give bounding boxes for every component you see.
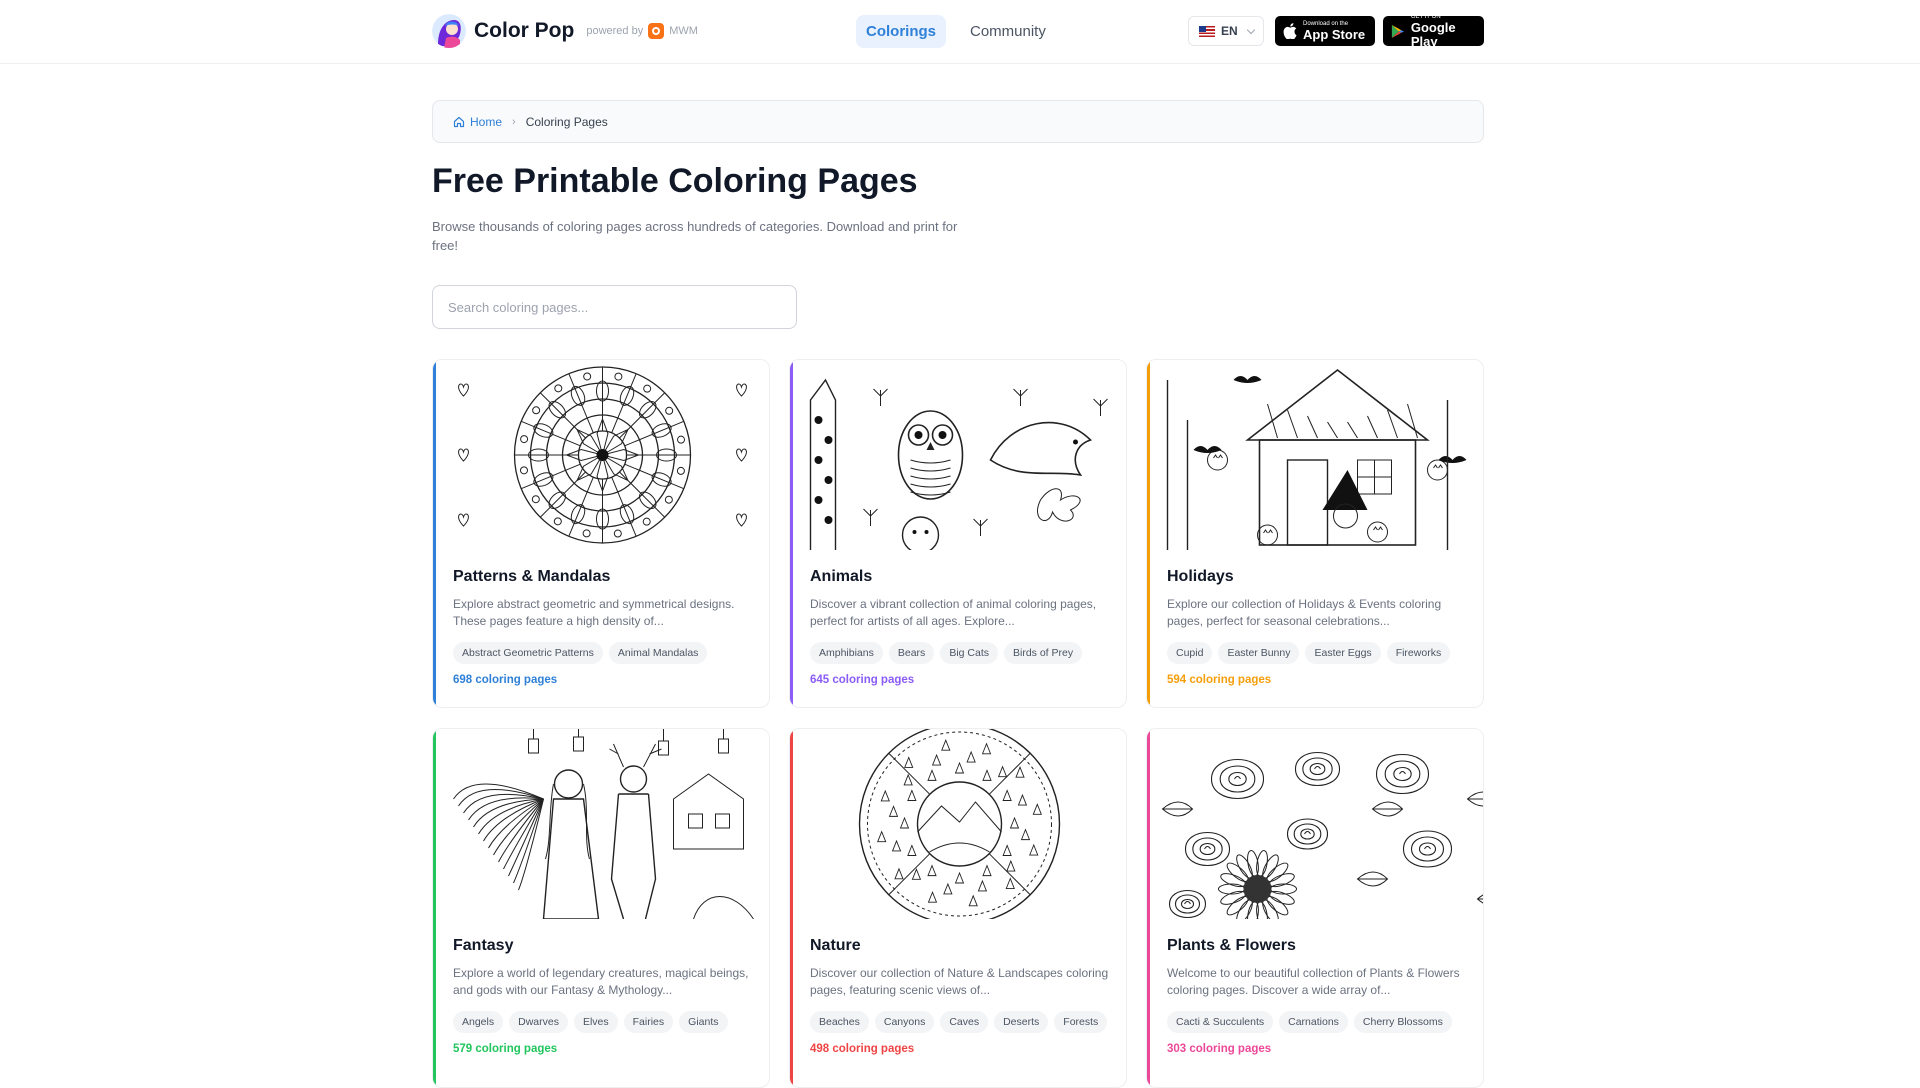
nature-image[interactable]: [793, 729, 1126, 919]
google-play-text: GET IT ON Google Play: [1411, 14, 1476, 49]
card-title[interactable]: Patterns & Mandalas: [453, 568, 610, 586]
flowers-image[interactable]: [1150, 729, 1483, 919]
category-card[interactable]: Patterns & Mandalas Explore abstract geom…: [432, 359, 770, 708]
tag-chip[interactable]: Caves: [940, 1011, 989, 1033]
card-tags: Angels Dwarves Elves Fairies Giants: [453, 1011, 753, 1033]
card-description: Discover a vibrant collection of animal …: [810, 597, 1097, 628]
tag-chip[interactable]: Beaches: [810, 1011, 869, 1033]
tag-chip[interactable]: Easter Bunny: [1218, 642, 1300, 664]
holidays-image[interactable]: [1150, 360, 1483, 550]
google-play-button[interactable]: GET IT ON Google Play: [1383, 14, 1484, 49]
tag-chip[interactable]: Bears: [888, 642, 935, 664]
card-description: Explore abstract geometric and symmetric…: [453, 597, 735, 628]
tag-chip[interactable]: Deserts: [994, 1011, 1049, 1033]
page-description: Browse thousands of coloring pages acros…: [432, 219, 958, 253]
tag-chip[interactable]: Easter Eggs: [1305, 642, 1381, 664]
tag-chip[interactable]: Amphibians: [810, 642, 883, 664]
mandala-image-art: [436, 360, 769, 550]
card-description: Welcome to our beautiful collection of P…: [1167, 966, 1460, 997]
category-card[interactable]: Nature Discover our collection of Nature …: [789, 728, 1127, 1088]
tag-chip[interactable]: Cacti & Succulents: [1167, 1011, 1274, 1033]
category-card[interactable]: Animals Discover a vibrant collection of …: [789, 359, 1127, 708]
tag-chip[interactable]: Animal Mandalas: [608, 642, 708, 664]
category-card[interactable]: Holidays Explore our collection of Holida…: [1146, 359, 1484, 708]
card-description: Explore a world of legendary creatures, …: [453, 966, 749, 997]
card-count: 645 coloring pages: [810, 674, 915, 686]
breadcrumb-current: Coloring Pages: [525, 114, 608, 129]
tag-chip[interactable]: Cupid: [1167, 642, 1213, 664]
search-input[interactable]: [432, 285, 797, 329]
card-tags: Cupid Easter Bunny Easter Eggs Fireworks: [1167, 642, 1467, 664]
category-card[interactable]: Fantasy Explore a world of legendary crea…: [432, 728, 770, 1088]
card-description: Discover our collection of Nature & Land…: [810, 966, 1109, 997]
animals-image-art: [793, 360, 1126, 550]
card-tags: Cacti & Succulents Carnations Cherry Bloss…: [1167, 1011, 1467, 1033]
tag-chip[interactable]: Giants: [679, 1011, 728, 1033]
tag-chip[interactable]: Fireworks: [1386, 642, 1451, 664]
animals-image[interactable]: [793, 360, 1126, 550]
card-tags: Beaches Canyons Caves Deserts Forests: [810, 1011, 1110, 1033]
app-store-text: Download on the App Store: [1303, 21, 1365, 42]
app-store-button[interactable]: Download on the App Store: [1275, 16, 1375, 46]
mandala-image[interactable]: [436, 360, 769, 550]
main-nav: Colorings Community: [856, 15, 1056, 48]
category-card[interactable]: Plants & Flowers Welcome to our beautiful…: [1146, 728, 1484, 1088]
site-header: Color Pop powered by MWM Colorings Commu…: [0, 0, 1920, 64]
card-title[interactable]: Fantasy: [453, 937, 513, 955]
tag-chip[interactable]: Canyons: [874, 1011, 935, 1033]
fantasy-image[interactable]: [436, 729, 769, 919]
tag-chip[interactable]: Big Cats: [940, 642, 998, 664]
card-description: Explore our collection of Holidays & Eve…: [1167, 597, 1442, 628]
apple-icon: [1283, 23, 1297, 39]
tag-chip[interactable]: Angels: [453, 1011, 504, 1033]
us-flag-icon: [1199, 25, 1215, 37]
app-store-big: App Store: [1303, 26, 1366, 42]
partner-name: MWM: [669, 25, 698, 37]
google-play-big: Google Play: [1410, 19, 1456, 49]
logo[interactable]: Color Pop powered by MWM: [432, 14, 698, 48]
nav-community[interactable]: Community: [960, 15, 1056, 48]
card-title[interactable]: Holidays: [1167, 568, 1234, 586]
card-title[interactable]: Nature: [810, 937, 861, 955]
tag-chip[interactable]: Forests: [1054, 1011, 1108, 1033]
tag-chip[interactable]: Dwarves: [509, 1011, 568, 1033]
holidays-image-art: [1150, 360, 1483, 550]
breadcrumb: Home › Coloring Pages: [432, 100, 1484, 143]
mwm-logo-icon: [648, 23, 665, 39]
card-title[interactable]: Plants & Flowers: [1167, 937, 1296, 955]
brand-name: Color Pop: [474, 19, 575, 42]
breadcrumb-home[interactable]: Home: [453, 115, 502, 129]
card-tags: Amphibians Bears Big Cats Birds of Prey: [810, 642, 1110, 664]
language-code: EN: [1221, 24, 1238, 38]
powered-by-label: powered by: [586, 25, 644, 37]
tag-chip[interactable]: Elves: [573, 1011, 618, 1033]
flowers-image-art: [1150, 729, 1483, 919]
chevron-down-icon: [1246, 25, 1255, 34]
card-count: 498 coloring pages: [810, 1043, 915, 1055]
tag-chip[interactable]: Cherry Blossoms: [1353, 1011, 1452, 1033]
nature-image-art: [793, 729, 1126, 919]
tag-chip[interactable]: Fairies: [623, 1011, 674, 1033]
card-count: 594 coloring pages: [1167, 674, 1272, 686]
card-count: 698 coloring pages: [453, 674, 558, 686]
page-title: Free Printable Coloring Pages: [432, 162, 918, 200]
tag-chip[interactable]: Birds of Prey: [1004, 642, 1083, 664]
breadcrumb-home-label: Home: [470, 114, 503, 129]
color-pop-logo-icon: [432, 14, 466, 48]
powered-by: powered by MWM: [586, 23, 698, 39]
card-count: 303 coloring pages: [1167, 1043, 1272, 1055]
home-icon: [453, 116, 465, 127]
language-selector[interactable]: EN: [1188, 16, 1264, 46]
card-count: 579 coloring pages: [453, 1043, 558, 1055]
tag-chip[interactable]: Carnations: [1279, 1011, 1348, 1033]
fantasy-image-art: [436, 729, 769, 919]
card-title[interactable]: Animals: [810, 568, 872, 586]
chevron-right-icon: ›: [512, 115, 516, 128]
nav-colorings[interactable]: Colorings: [856, 15, 946, 48]
tag-chip[interactable]: Abstract Geometric Patterns: [453, 642, 603, 664]
google-play-icon: [1391, 24, 1405, 38]
card-tags: Abstract Geometric Patterns Animal Mandal…: [453, 642, 753, 664]
